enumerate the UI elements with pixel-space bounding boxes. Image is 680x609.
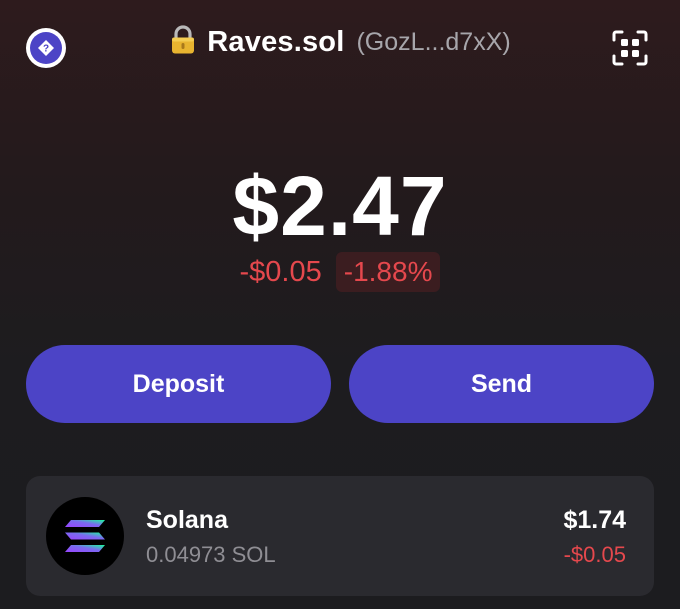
balance-change-percent: -1.88% [335, 252, 441, 292]
account-address: (GozL...d7xX) [356, 28, 511, 56]
header: ? Raves.sol (GozL...d7xX) [0, 0, 680, 96]
solana-logo-icon [46, 497, 124, 575]
token-change: -$0.05 [563, 542, 626, 567]
token-amount: 0.04973 SOL [146, 542, 276, 567]
qr-scan-button[interactable] [612, 30, 648, 66]
balance-change-amount: -$0.05 [239, 255, 322, 288]
account-selector[interactable]: Raves.sol (GozL...d7xX) [0, 24, 680, 59]
balance-change-row: -$0.05 -1.88% [0, 252, 680, 292]
token-value: $1.74 [563, 506, 626, 534]
account-name: Raves.sol [207, 26, 345, 58]
token-name: Solana [146, 506, 228, 534]
token-row-solana[interactable]: Solana 0.04973 SOL $1.74 -$0.05 [26, 476, 654, 596]
qr-scan-icon [612, 30, 648, 66]
lock-icon [169, 24, 197, 55]
total-balance: $2.47 [232, 159, 448, 253]
deposit-button[interactable]: Deposit [26, 345, 331, 423]
send-button[interactable]: Send [349, 345, 654, 423]
